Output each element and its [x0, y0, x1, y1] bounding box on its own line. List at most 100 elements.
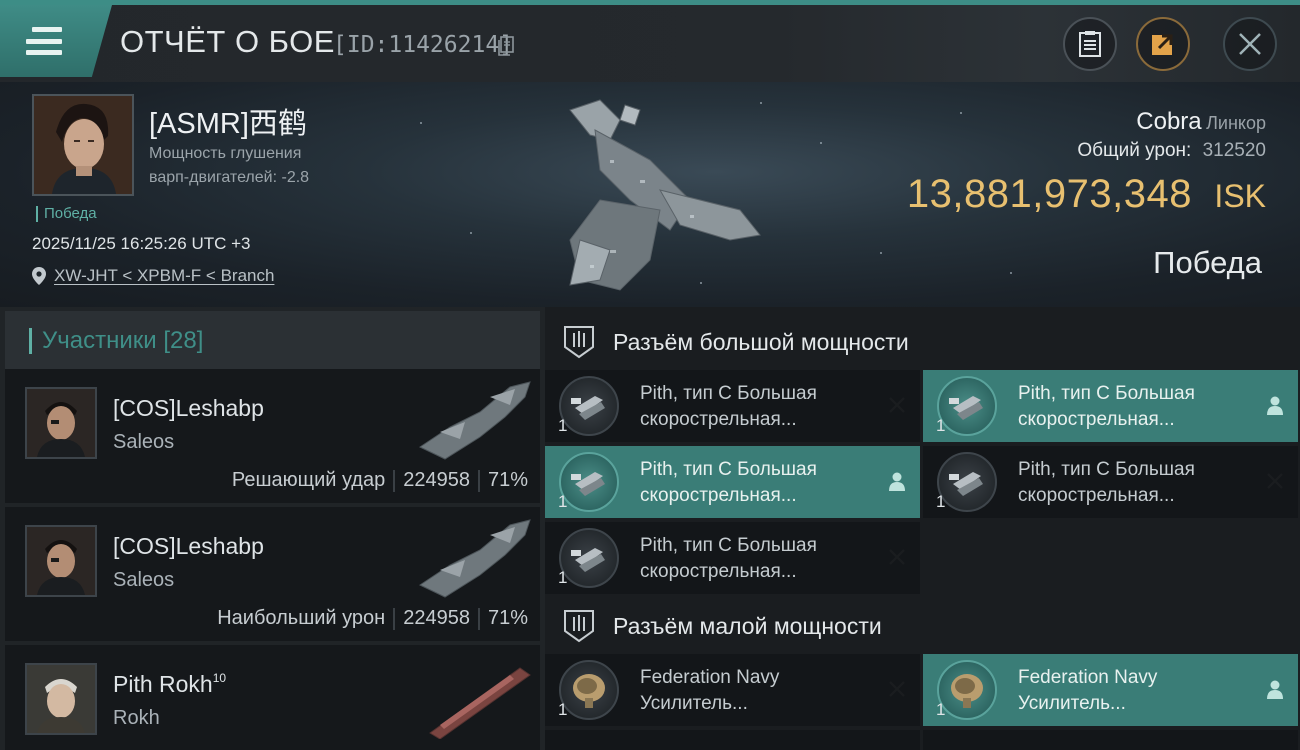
total-damage-label: Общий урон: — [1077, 140, 1192, 161]
ship-render — [569, 99, 761, 291]
location-pin-icon — [32, 267, 46, 285]
turret-icon — [559, 376, 619, 436]
low-slot-header: Разъём малой мощности — [545, 596, 1300, 656]
module-name-line2: скорострельная... — [1018, 485, 1175, 506]
dropped-person-icon — [1264, 678, 1286, 700]
pilot-name[interactable]: [ASMR]西鹤 — [149, 100, 307, 142]
pilot-avatar[interactable] — [32, 94, 134, 196]
high-slot-title: Разъём большой мощности — [613, 328, 909, 355]
close-button[interactable] — [1223, 17, 1277, 71]
module-item[interactable]: 1 Federation Navy Усилитель... — [923, 654, 1298, 726]
participant-ship-icon — [429, 667, 531, 739]
module-item[interactable]: 1 Pith, тип C Большая скорострельная... — [545, 446, 920, 518]
module-name-line1: Pith, тип C Большая — [640, 383, 817, 404]
low-slot-title: Разъём малой мощности — [613, 612, 882, 639]
participant-name-superscript: 10 — [212, 671, 227, 685]
participant-stats: Наибольший урон 224958 71% — [217, 607, 528, 630]
participant-row[interactable]: [COS]Leshabp Saleos Наибольший урон 2249… — [5, 507, 540, 641]
low-slot-icon — [564, 610, 594, 643]
participant-damage: 224958 — [403, 469, 470, 491]
module-quantity: 1 — [558, 700, 568, 719]
dropped-person-icon — [1264, 394, 1286, 416]
module-name-line1: Pith, тип C Большая — [640, 535, 817, 556]
module-item[interactable]: 1 Federation Navy Усилитель... — [545, 654, 920, 726]
module-name-line1: Pith, тип C Большая — [640, 459, 817, 480]
module-name-line1: Federation Navy — [1018, 667, 1158, 688]
page-title: ОТЧЁТ О БОЕ — [120, 24, 335, 59]
isk-unit: ISK — [1214, 178, 1266, 214]
participant-role: Наибольший урон — [217, 607, 386, 629]
module-name-line2: Усилитель... — [640, 693, 748, 714]
module-item[interactable]: 1 Pith, тип C Большая скорострельная... — [545, 370, 920, 442]
ship-name[interactable]: Cobra — [1136, 108, 1201, 135]
copy-icon[interactable] — [497, 36, 515, 56]
kill-summary: [ASMR]西鹤 Мощность глушения варп-двигател… — [0, 82, 1300, 307]
module-name-line2: скорострельная... — [1018, 409, 1175, 430]
report-id: [ID:11426214] — [333, 32, 514, 58]
clipboard-icon — [1079, 31, 1101, 57]
participant-percent: 71% — [487, 469, 528, 491]
participant-avatar[interactable] — [25, 387, 97, 459]
module-item[interactable]: 1 Pith, тип C Большая скорострельная... — [923, 446, 1298, 518]
pilot-stat: Мощность глушения варп-двигателей: -2.8 — [149, 142, 409, 190]
close-icon — [1239, 33, 1261, 55]
victim-ship: Cobra Линкор — [1136, 108, 1266, 136]
turret-icon — [937, 452, 997, 512]
kill-timestamp: 2025/11/25 16:25:26 UTC +3 — [32, 234, 251, 253]
participant-ship: Saleos — [113, 431, 175, 453]
module-item[interactable]: 1 Pith, тип C Большая скорострельная... — [923, 370, 1298, 442]
module-quantity: 1 — [936, 700, 946, 719]
module-quantity: 1 — [936, 416, 946, 435]
location-text[interactable]: XW-JHT < XPBM-F < Branch — [54, 266, 274, 286]
share-button[interactable] — [1136, 17, 1190, 71]
high-slot-icon — [564, 326, 594, 359]
participant-ship-icon — [418, 519, 531, 598]
turret-icon — [937, 376, 997, 436]
top-bar: ОТЧЁТ О БОЕ [ID:11426214] — [0, 0, 1300, 82]
participants-tab[interactable]: Участники [28] — [5, 311, 540, 371]
pilot-stat-line1: Мощность глушения — [149, 145, 302, 162]
module-quantity: 1 — [936, 492, 946, 511]
module-name: Pith, тип C Большая скорострельная... — [640, 533, 880, 585]
participant-role: Решающий удар — [231, 469, 386, 491]
share-icon — [1152, 34, 1173, 55]
participant-stats: Решающий удар 224958 71% — [232, 469, 528, 492]
module-name-line1: Pith, тип C Большая — [1018, 459, 1195, 480]
participant-avatar[interactable] — [25, 525, 97, 597]
participant-ship: Saleos — [113, 569, 175, 591]
high-slot-header: Разъём большой мощности — [545, 312, 1300, 372]
clipboard-button[interactable] — [1063, 17, 1117, 71]
participant-name[interactable]: [COS]Leshabp — [113, 395, 264, 422]
module-name-line2: скорострельная... — [640, 485, 797, 506]
module-item-partial[interactable] — [545, 730, 920, 750]
participant-row[interactable]: [COS]Leshabp Saleos Решающий удар 224958… — [5, 369, 540, 503]
menu-button[interactable] — [0, 5, 112, 77]
destroyed-icon — [1264, 470, 1286, 492]
module-item-partial[interactable] — [923, 730, 1298, 750]
participant-name[interactable]: [COS]Leshabp — [113, 533, 264, 560]
participant-name-text: Pith Rokh — [113, 671, 213, 697]
dish-icon — [937, 660, 997, 720]
isk-amount: 13,881,973,348 — [906, 172, 1192, 216]
participant-avatar[interactable] — [25, 663, 97, 735]
turret-icon — [559, 452, 619, 512]
participant-name[interactable]: Pith Rokh10 — [113, 671, 226, 698]
location-link[interactable]: XW-JHT < XPBM-F < Branch — [32, 266, 274, 286]
module-name: Pith, тип C Большая скорострельная... — [1018, 381, 1258, 433]
module-name: Pith, тип C Большая скорострельная... — [640, 457, 880, 509]
participants-panel: Участники [28] [COS]Leshabp Saleos Решаю… — [0, 307, 545, 750]
module-quantity: 1 — [558, 568, 568, 587]
module-item[interactable]: 1 Pith, тип C Большая скорострельная... — [545, 522, 920, 594]
participants-title: Участники [28] — [42, 327, 204, 354]
top-accent-line — [0, 0, 1300, 5]
destroyed-icon — [886, 394, 908, 416]
module-name: Pith, тип C Большая скорострельная... — [1018, 457, 1258, 509]
participant-ship: Rokh — [113, 707, 160, 729]
destroyed-icon — [886, 678, 908, 700]
module-name: Federation Navy Усилитель... — [640, 665, 880, 717]
module-name-line1: Federation Navy — [640, 667, 780, 688]
module-name-line2: скорострельная... — [640, 561, 797, 582]
total-damage-value: 312520 — [1202, 140, 1266, 161]
pilot-stat-line2: варп-двигателей: -2.8 — [149, 169, 310, 186]
participant-row[interactable]: Pith Rokh10 Rokh — [5, 645, 540, 750]
